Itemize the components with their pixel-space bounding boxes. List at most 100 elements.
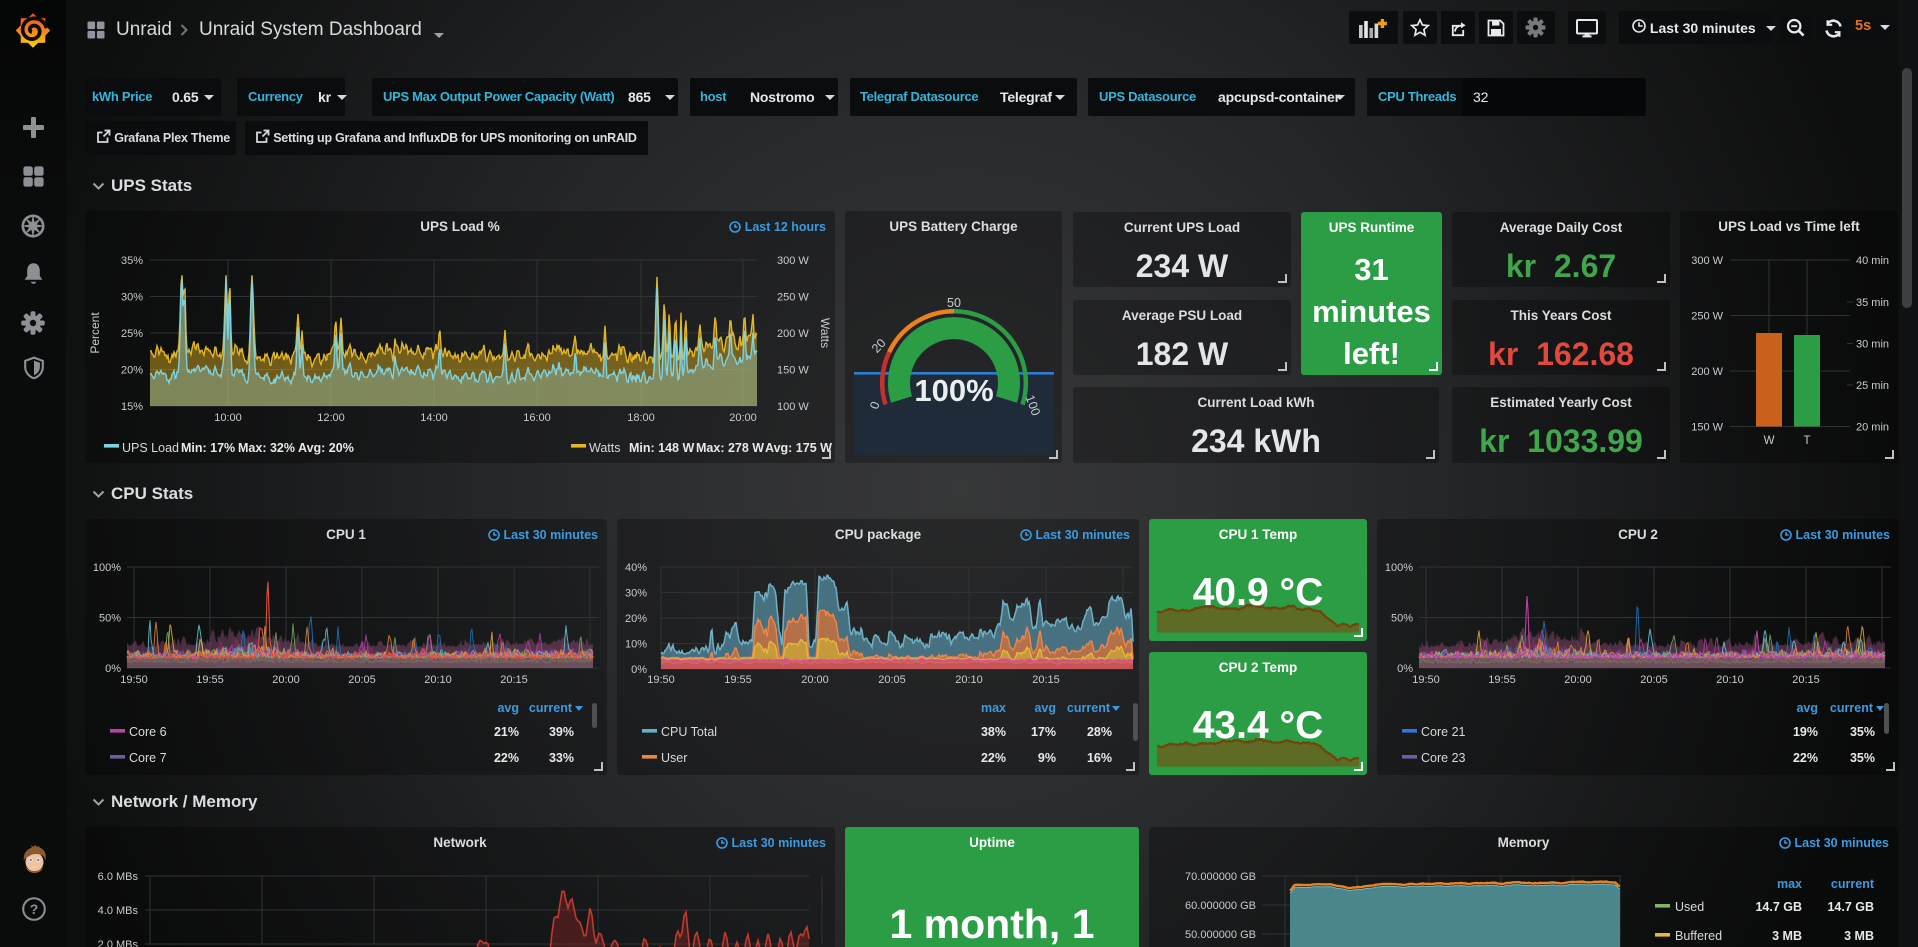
svg-text:max: max (1777, 877, 1802, 891)
svg-text:?: ? (30, 901, 39, 917)
svg-text:20:00: 20:00 (272, 674, 300, 686)
svg-text:3 MB: 3 MB (1844, 929, 1874, 943)
svg-text:avg: avg (1034, 701, 1056, 715)
svg-text:20:05: 20:05 (1640, 674, 1668, 686)
svg-text:100%: 100% (914, 373, 993, 408)
svg-text:avg: avg (497, 701, 519, 715)
svg-text:4.0 MBs: 4.0 MBs (98, 905, 139, 917)
svg-text:20:15: 20:15 (500, 674, 528, 686)
svg-text:40%: 40% (625, 562, 647, 574)
svg-text:100%: 100% (1385, 562, 1413, 574)
svg-text:35 min: 35 min (1856, 297, 1889, 309)
svg-text:Min: 17%: Min: 17% (181, 441, 235, 455)
svg-text:50: 50 (947, 296, 961, 310)
svg-text:14.7 GB: 14.7 GB (1755, 900, 1802, 914)
svg-text:20:10: 20:10 (424, 674, 452, 686)
svg-text:18:00: 18:00 (627, 412, 655, 424)
svg-text:25 min: 25 min (1856, 380, 1889, 392)
svg-text:30%: 30% (121, 292, 143, 304)
svg-text:max: max (981, 701, 1006, 715)
svg-text:30%: 30% (625, 588, 647, 600)
svg-text:19:55: 19:55 (724, 674, 752, 686)
svg-text:Max: 278 W: Max: 278 W (696, 441, 764, 455)
svg-text:19:50: 19:50 (1412, 674, 1440, 686)
svg-text:CPU Total: CPU Total (661, 725, 717, 739)
svg-text:20%: 20% (625, 613, 647, 625)
svg-text:Avg: 20%: Avg: 20% (298, 441, 354, 455)
svg-text:35%: 35% (1850, 725, 1875, 739)
svg-text:Core 7: Core 7 (129, 751, 167, 765)
svg-text:Core 6: Core 6 (129, 725, 167, 739)
svg-text:T: T (1803, 435, 1810, 447)
svg-text:50.000000 GB: 50.000000 GB (1185, 929, 1256, 941)
svg-text:100%: 100% (93, 562, 121, 574)
svg-text:16%: 16% (1087, 751, 1112, 765)
svg-text:19:50: 19:50 (120, 674, 148, 686)
svg-text:19:50: 19:50 (647, 674, 675, 686)
svg-text:9%: 9% (1038, 751, 1056, 765)
svg-text:12:00: 12:00 (317, 412, 345, 424)
svg-text:39%: 39% (549, 725, 574, 739)
svg-text:35%: 35% (1850, 751, 1875, 765)
svg-text:10%: 10% (625, 639, 647, 651)
svg-text:Used: Used (1675, 900, 1704, 914)
svg-text:150 W: 150 W (1691, 422, 1723, 434)
svg-text:20:00: 20:00 (729, 412, 757, 424)
svg-text:14.7 GB: 14.7 GB (1827, 900, 1874, 914)
svg-text:21%: 21% (494, 725, 519, 739)
svg-text:33%: 33% (549, 751, 574, 765)
svg-text:Buffered: Buffered (1675, 929, 1722, 943)
svg-text:38%: 38% (981, 725, 1006, 739)
svg-text:6.0 MBs: 6.0 MBs (98, 871, 139, 883)
svg-text:22%: 22% (1793, 751, 1818, 765)
svg-text:0%: 0% (105, 663, 121, 675)
svg-text:19:55: 19:55 (1488, 674, 1516, 686)
svg-text:40 min: 40 min (1856, 255, 1889, 267)
svg-text:70.000000 GB: 70.000000 GB (1185, 871, 1256, 883)
svg-text:0%: 0% (1397, 663, 1413, 675)
svg-text:25%: 25% (121, 328, 143, 340)
svg-text:50%: 50% (99, 613, 121, 625)
svg-text:28%: 28% (1087, 725, 1112, 739)
svg-text:Watts: Watts (818, 318, 832, 348)
svg-text:150 W: 150 W (777, 365, 809, 377)
svg-text:Core 21: Core 21 (1421, 725, 1466, 739)
svg-text:current: current (1830, 701, 1874, 715)
svg-text:35%: 35% (121, 255, 143, 267)
svg-text:UPS Load: UPS Load (122, 441, 179, 455)
svg-text:current: current (1831, 877, 1875, 891)
svg-text:Watts: Watts (589, 441, 620, 455)
svg-text:current: current (529, 701, 573, 715)
svg-text:20:10: 20:10 (955, 674, 983, 686)
svg-text:20:10: 20:10 (1716, 674, 1744, 686)
svg-text:Core 23: Core 23 (1421, 751, 1466, 765)
svg-text:100 W: 100 W (777, 401, 809, 413)
svg-text:20%: 20% (121, 365, 143, 377)
svg-text:Percent: Percent (88, 312, 102, 354)
svg-text:22%: 22% (494, 751, 519, 765)
svg-text:current: current (1067, 701, 1111, 715)
svg-text:300 W: 300 W (1691, 255, 1723, 267)
svg-text:20:15: 20:15 (1032, 674, 1060, 686)
svg-text:20:05: 20:05 (878, 674, 906, 686)
svg-text:200 W: 200 W (1691, 366, 1723, 378)
svg-text:250 W: 250 W (1691, 311, 1723, 323)
svg-text:60.000000 GB: 60.000000 GB (1185, 900, 1256, 912)
svg-text:22%: 22% (981, 751, 1006, 765)
svg-text:17%: 17% (1031, 725, 1056, 739)
svg-text:20:00: 20:00 (1564, 674, 1592, 686)
svg-text:10:00: 10:00 (214, 412, 242, 424)
svg-text:W: W (1764, 435, 1775, 447)
svg-text:300 W: 300 W (777, 255, 809, 267)
svg-text:Max: 32%: Max: 32% (238, 441, 295, 455)
svg-text:20 min: 20 min (1856, 422, 1889, 434)
svg-text:Min: 148 W: Min: 148 W (629, 441, 694, 455)
svg-text:20:00: 20:00 (801, 674, 829, 686)
svg-text:30 min: 30 min (1856, 339, 1889, 351)
svg-text:19:55: 19:55 (196, 674, 224, 686)
svg-text:16:00: 16:00 (523, 412, 551, 424)
svg-text:250 W: 250 W (777, 292, 809, 304)
svg-text:avg: avg (1796, 701, 1818, 715)
svg-text:20: 20 (869, 336, 889, 356)
svg-text:15%: 15% (121, 401, 143, 413)
